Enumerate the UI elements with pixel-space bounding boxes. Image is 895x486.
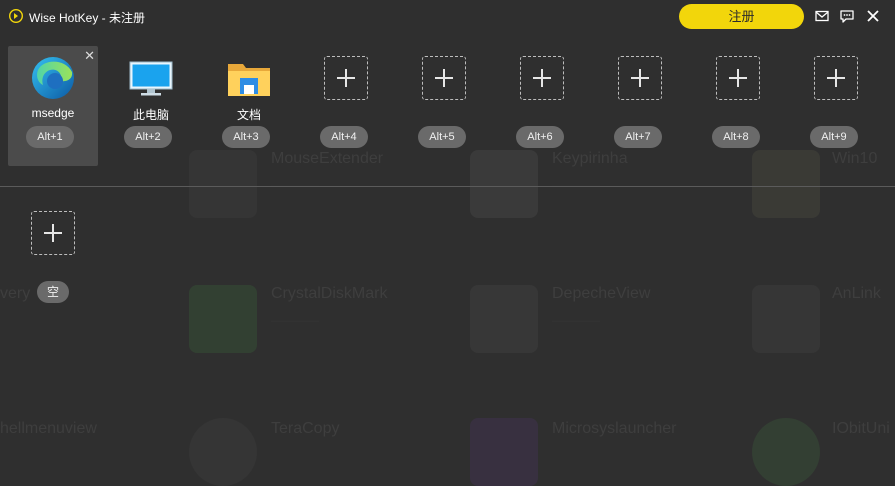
- background-app-name: hellmenuview: [0, 420, 97, 437]
- hotkey-badge[interactable]: Alt+7: [614, 126, 662, 148]
- register-button[interactable]: 注册: [679, 4, 804, 29]
- background-app-icon: [189, 285, 257, 353]
- add-icon[interactable]: [520, 56, 564, 100]
- hotkey-badge[interactable]: Alt+9: [810, 126, 858, 148]
- background-app-icon: [470, 418, 538, 486]
- background-app-name: IObitUni: [832, 420, 890, 437]
- window-title: Wise HotKey - 未注册: [29, 11, 146, 25]
- wise-hotkey-logo-icon: [9, 9, 23, 23]
- title-bar: Wise HotKey - 未注册 注册: [0, 0, 895, 34]
- add-icon[interactable]: [31, 211, 75, 255]
- this-pc-icon: [129, 61, 173, 96]
- hotkey-badge[interactable]: Alt+8: [712, 126, 760, 148]
- background-app-sub: ————: [271, 178, 319, 192]
- hotkey-badge[interactable]: Alt+4: [320, 126, 368, 148]
- add-icon[interactable]: [324, 56, 368, 100]
- add-icon[interactable]: [422, 56, 466, 100]
- hotkey-badge[interactable]: Alt+2: [124, 126, 172, 148]
- remove-slot-icon[interactable]: ✕: [84, 49, 95, 62]
- hotkey-slot-1[interactable]: ✕ msedge Alt+1: [8, 46, 98, 166]
- add-icon[interactable]: [716, 56, 760, 100]
- background-app-sub: ————: [552, 313, 600, 327]
- slot-label: 文档: [236, 108, 261, 122]
- hotkey-slot-7[interactable]: Alt+7: [596, 46, 686, 166]
- hotkey-slot-9[interactable]: Alt+9: [792, 46, 882, 166]
- documents-folder-icon: [228, 64, 270, 96]
- slot-label: 此电脑: [132, 108, 169, 122]
- mail-icon[interactable]: [814, 8, 830, 24]
- hotkey-slot-8[interactable]: Alt+8: [694, 46, 784, 166]
- close-icon[interactable]: [865, 8, 881, 24]
- edge-icon: [32, 57, 74, 99]
- background-app-name: AnLink: [832, 285, 881, 302]
- background-app-sub: ————: [271, 313, 319, 327]
- hotkey-badge[interactable]: Alt+6: [516, 126, 564, 148]
- background-app-icon: [470, 285, 538, 353]
- feedback-icon[interactable]: [839, 8, 855, 24]
- background-app-name: Microsyslauncher: [552, 420, 677, 437]
- add-icon[interactable]: [814, 56, 858, 100]
- background-app-sub: ————: [552, 178, 600, 192]
- hotkey-badge[interactable]: 空: [37, 281, 69, 303]
- background-app-icon: [752, 285, 820, 353]
- hotkey-slot-3[interactable]: 文档 Alt+3: [204, 46, 294, 166]
- hotkey-slot-6[interactable]: Alt+6: [498, 46, 588, 166]
- hotkey-slot-5[interactable]: Alt+5: [400, 46, 490, 166]
- hotkey-slot-2[interactable]: 此电脑 Alt+2: [106, 46, 196, 166]
- hotkey-slot-4[interactable]: Alt+4: [302, 46, 392, 166]
- hotkey-slot-extra[interactable]: 空: [9, 201, 99, 321]
- section-divider: [0, 186, 895, 187]
- background-app-name: CrystalDiskMark: [271, 285, 388, 302]
- slot-label: msedge: [31, 106, 75, 120]
- hotkey-badge[interactable]: Alt+3: [222, 126, 270, 148]
- add-icon[interactable]: [618, 56, 662, 100]
- background-app-icon: [752, 418, 820, 486]
- hotkey-badge[interactable]: Alt+1: [26, 126, 74, 148]
- background-app-icon: [189, 418, 257, 486]
- background-app-name: TeraCopy: [271, 420, 340, 437]
- hotkey-badge[interactable]: Alt+5: [418, 126, 466, 148]
- background-app-name: DepecheView: [552, 285, 651, 302]
